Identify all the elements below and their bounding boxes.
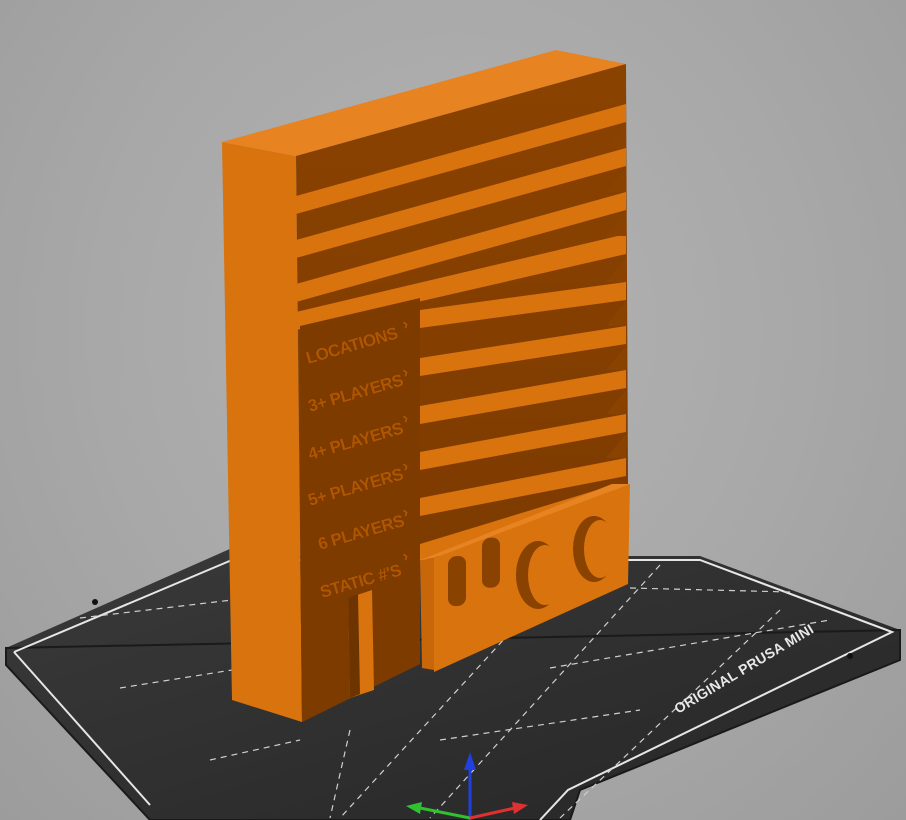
- scene-canvas[interactable]: ORIGINAL PRUSA MINI LOCATIONS › 3+ PLAYE…: [0, 0, 906, 820]
- tray-left-face: [420, 558, 434, 670]
- bed-screw: [92, 599, 98, 605]
- model-left-side: [222, 142, 302, 722]
- bed-screw: [847, 653, 853, 659]
- 3d-viewport[interactable]: ORIGINAL PRUSA MINI LOCATIONS › 3+ PLAYE…: [0, 0, 906, 820]
